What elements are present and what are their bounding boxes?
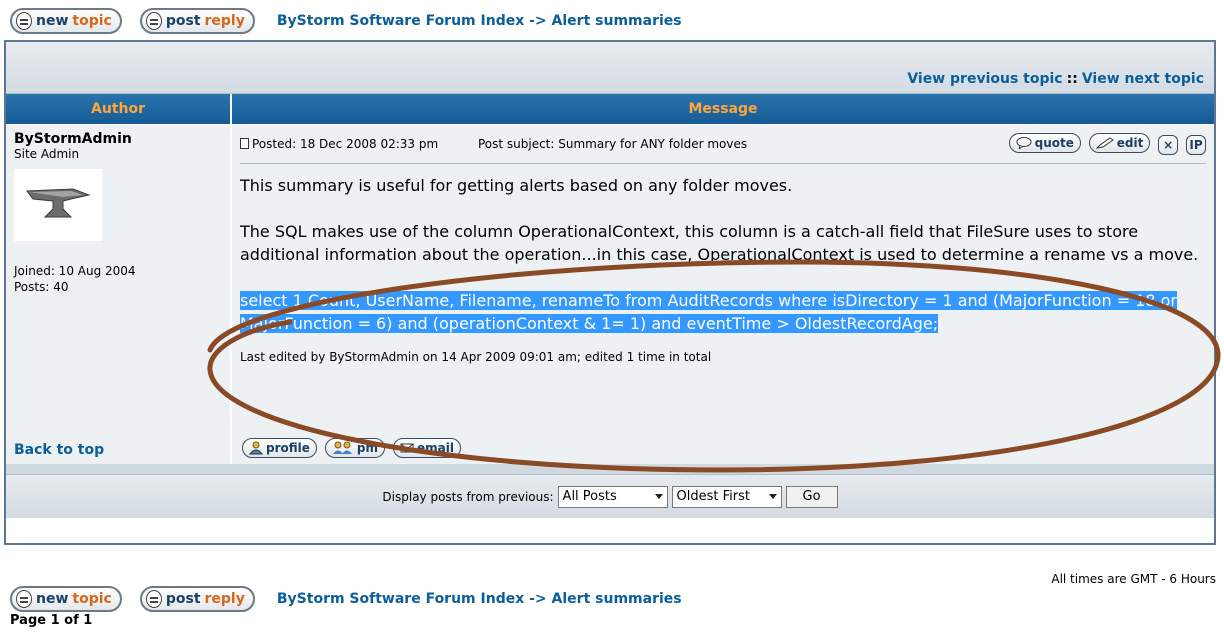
page-indicator: Page 1 of 1	[10, 613, 93, 628]
forum-table: View previous topic :: View next topic A…	[4, 40, 1216, 545]
post-reply-button[interactable]: post reply	[139, 8, 255, 34]
profile-label: profile	[266, 441, 310, 455]
anvil-icon	[26, 188, 91, 218]
post-icon	[240, 138, 249, 149]
new-topic-label-b: topic	[72, 13, 112, 29]
topic-nav-separator: ::	[1066, 71, 1078, 87]
breadcrumb-separator: ->	[529, 13, 547, 29]
author-column-header: Author	[6, 94, 232, 124]
envelope-icon	[400, 443, 414, 453]
document-icon	[145, 12, 162, 30]
sql-query-highlighted[interactable]: select 1 Count, UserName, Filename, rena…	[240, 291, 1177, 333]
pm-label: pm	[356, 441, 378, 455]
back-to-top-cell: Back to top	[6, 434, 232, 464]
post-footer-row: Back to top profile pm email	[6, 434, 1214, 464]
author-name: ByStormAdmin	[14, 131, 132, 147]
profile-button[interactable]: profile	[242, 438, 317, 458]
breadcrumb-separator: ->	[529, 591, 547, 607]
go-button[interactable]: Go	[785, 485, 838, 508]
bottom-navbar: new topic post reply ByStorm Software Foru…	[10, 584, 682, 614]
post-author-panel: ByStormAdmin Site Admin Joined: 10 Aug 2…	[6, 125, 232, 434]
post-paragraph-1: This summary is useful for getting alert…	[240, 176, 793, 195]
display-posts-label: Display posts from previous:	[382, 489, 554, 504]
breadcrumb-forum-index[interactable]: ByStorm Software Forum Index	[277, 591, 524, 607]
display-options-row: Display posts from previous: All Posts O…	[6, 474, 1214, 518]
post-actions: quote edit × IP	[1005, 133, 1206, 155]
avatar	[14, 169, 102, 241]
pm-button[interactable]: pm	[324, 438, 385, 458]
table-header: Author Message	[6, 94, 1214, 124]
chevron-down-icon	[768, 494, 777, 499]
post-edited-note: Last edited by ByStormAdmin on 14 Apr 20…	[240, 350, 712, 364]
delete-icon: ×	[1163, 138, 1174, 152]
post-reply-button-bottom[interactable]: post reply	[139, 586, 255, 612]
new-topic-label-b: topic	[72, 591, 112, 607]
message-column-header: Message	[232, 94, 1214, 124]
view-previous-topic-link[interactable]: View previous topic	[907, 71, 1062, 87]
document-icon	[145, 590, 162, 608]
ip-label: IP	[1189, 138, 1203, 152]
quote-label: quote	[1034, 136, 1074, 150]
author-joined: Joined: 10 Aug 2004	[14, 264, 136, 278]
author-details: Joined: 10 Aug 2004 Posts: 40	[14, 263, 222, 295]
post-paragraph-2: The SQL makes use of the column Operatio…	[240, 222, 1199, 264]
pencil-icon	[1095, 137, 1114, 149]
email-button[interactable]: email	[393, 438, 461, 458]
email-label: email	[417, 441, 454, 455]
post-content: This summary is useful for getting alert…	[240, 174, 1206, 335]
new-topic-label-a: new	[36, 591, 69, 607]
author-rank: Site Admin	[14, 147, 80, 161]
post-reply-label-b: reply	[204, 591, 245, 607]
top-navbar: new topic post reply ByStorm Software Foru…	[10, 6, 682, 36]
posts-period-value: All Posts	[562, 489, 617, 504]
chevron-down-icon	[654, 494, 663, 499]
speech-bubble-icon	[1016, 137, 1032, 149]
sort-order-select[interactable]: Oldest First	[671, 485, 782, 508]
delete-button[interactable]: ×	[1158, 135, 1179, 155]
view-next-topic-link[interactable]: View next topic	[1082, 71, 1204, 87]
breadcrumb-bottom: ByStorm Software Forum Index -> Alert su…	[277, 591, 682, 607]
edit-button[interactable]: edit	[1088, 133, 1151, 153]
post-body-panel: Posted: 18 Dec 2008 02:33 pm Post subjec…	[232, 125, 1214, 434]
user-icon	[249, 441, 263, 455]
post-subject: Post subject: Summary for ANY folder mov…	[477, 137, 748, 151]
post-reply-label-b: reply	[204, 13, 245, 29]
breadcrumb-alert-summaries[interactable]: Alert summaries	[552, 13, 682, 29]
post-meta: Posted: 18 Dec 2008 02:33 pm Post subjec…	[240, 137, 765, 151]
post-header: Posted: 18 Dec 2008 02:33 pm Post subjec…	[240, 133, 1206, 155]
author-posts: Posts: 40	[14, 280, 69, 294]
new-topic-button[interactable]: new topic	[10, 8, 122, 34]
breadcrumb-forum-index[interactable]: ByStorm Software Forum Index	[277, 13, 524, 29]
timezone-note: All times are GMT - 6 Hours	[1051, 572, 1216, 586]
post-row: ByStormAdmin Site Admin Joined: 10 Aug 2…	[6, 124, 1214, 434]
post-divider	[240, 163, 1206, 164]
topic-navigation: View previous topic :: View next topic	[6, 42, 1214, 94]
spacer-row	[6, 464, 1214, 474]
profile-buttons: profile pm email	[232, 434, 1214, 464]
post-date: Posted: 18 Dec 2008 02:33 pm	[252, 137, 439, 151]
post-reply-label-a: post	[165, 591, 201, 607]
back-to-top-link[interactable]: Back to top	[14, 442, 104, 458]
new-topic-button-bottom[interactable]: new topic	[10, 586, 122, 612]
breadcrumb: ByStorm Software Forum Index -> Alert su…	[277, 13, 682, 29]
post-reply-label-a: post	[165, 13, 201, 29]
posts-period-select[interactable]: All Posts	[557, 485, 668, 508]
edit-label: edit	[1116, 136, 1144, 150]
breadcrumb-alert-summaries[interactable]: Alert summaries	[552, 591, 682, 607]
new-topic-label-a: new	[36, 13, 69, 29]
users-icon	[332, 441, 352, 454]
document-icon	[16, 590, 32, 608]
document-icon	[16, 12, 32, 30]
ip-button[interactable]: IP	[1186, 135, 1206, 155]
quote-button[interactable]: quote	[1008, 133, 1081, 153]
sort-order-value: Oldest First	[676, 489, 751, 504]
